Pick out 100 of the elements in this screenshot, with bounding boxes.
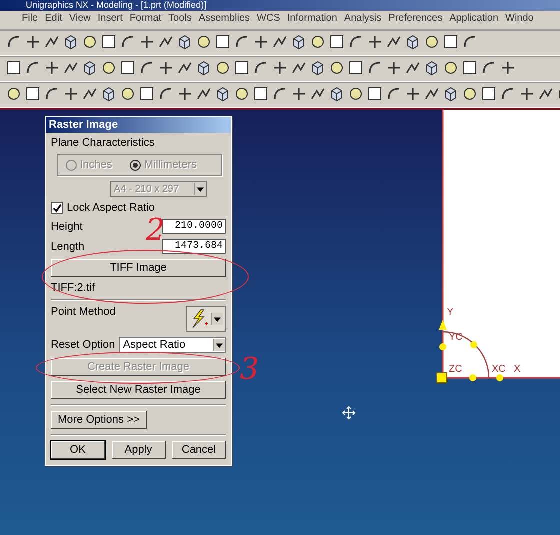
tool-icon[interactable]	[424, 86, 440, 102]
tool-icon[interactable]	[405, 86, 421, 102]
tool-icon[interactable]	[158, 60, 174, 76]
menu-item[interactable]: File	[22, 13, 38, 27]
dialog-button[interactable]: Cancel	[172, 441, 226, 459]
menu-item[interactable]: Information	[287, 13, 338, 27]
tool-icon[interactable]	[443, 60, 459, 76]
tool-icon[interactable]	[139, 86, 155, 102]
tool-icon[interactable]	[386, 34, 402, 50]
tool-icon[interactable]	[120, 60, 136, 76]
tool-icon[interactable]	[82, 34, 98, 50]
number-field[interactable]: 210.0000	[162, 219, 226, 234]
tool-icon[interactable]	[63, 86, 79, 102]
tool-icon[interactable]	[272, 60, 288, 76]
menu-item[interactable]: Windo	[506, 13, 534, 27]
tool-icon[interactable]	[348, 86, 364, 102]
tool-icon[interactable]	[348, 60, 364, 76]
tool-icon[interactable]	[63, 60, 79, 76]
tool-icon[interactable]	[462, 34, 478, 50]
tool-icon[interactable]	[253, 60, 269, 76]
more-options-button[interactable]: More Options >>	[51, 411, 147, 429]
menu-item[interactable]: WCS	[257, 13, 280, 27]
tool-icon[interactable]	[44, 34, 60, 50]
tool-icon[interactable]	[367, 34, 383, 50]
tool-icon[interactable]	[6, 60, 22, 76]
tool-icon[interactable]	[481, 60, 497, 76]
tool-icon[interactable]	[25, 34, 41, 50]
reset-option-dropdown[interactable]: Aspect Ratio	[119, 337, 226, 353]
tool-icon[interactable]	[177, 86, 193, 102]
number-field[interactable]: 1473.684	[162, 239, 226, 254]
origin-handle[interactable]	[436, 372, 448, 384]
tool-icon[interactable]	[310, 86, 326, 102]
tool-icon[interactable]	[272, 34, 288, 50]
tool-icon[interactable]	[424, 60, 440, 76]
tool-icon[interactable]	[120, 34, 136, 50]
tool-icon[interactable]	[63, 34, 79, 50]
tool-icon[interactable]	[44, 86, 60, 102]
tool-icon[interactable]	[101, 86, 117, 102]
tool-icon[interactable]	[139, 60, 155, 76]
tool-icon[interactable]	[424, 34, 440, 50]
tool-icon[interactable]	[367, 86, 383, 102]
menu-item[interactable]: Analysis	[344, 13, 382, 27]
tool-icon[interactable]	[405, 60, 421, 76]
tool-icon[interactable]	[538, 86, 554, 102]
tool-icon[interactable]	[291, 60, 307, 76]
dialog-button[interactable]: OK	[51, 441, 105, 459]
tool-icon[interactable]	[6, 86, 22, 102]
tool-icon[interactable]	[481, 86, 497, 102]
tool-icon[interactable]	[158, 86, 174, 102]
tool-icon[interactable]	[329, 60, 345, 76]
tool-icon[interactable]	[25, 86, 41, 102]
tool-icon[interactable]	[253, 34, 269, 50]
tool-icon[interactable]	[310, 60, 326, 76]
tool-icon[interactable]	[196, 86, 212, 102]
tool-icon[interactable]	[310, 34, 326, 50]
tool-icon[interactable]	[101, 34, 117, 50]
menu-item[interactable]: Insert	[98, 13, 123, 27]
dialog-button[interactable]: Apply	[112, 441, 166, 459]
tool-icon[interactable]	[44, 60, 60, 76]
tool-icon[interactable]	[234, 34, 250, 50]
tool-icon[interactable]	[500, 86, 516, 102]
tool-icon[interactable]	[215, 34, 231, 50]
tool-icon[interactable]	[177, 60, 193, 76]
tool-icon[interactable]	[139, 34, 155, 50]
tool-icon[interactable]	[405, 34, 421, 50]
tool-icon[interactable]	[158, 34, 174, 50]
tool-icon[interactable]	[82, 60, 98, 76]
menu-item[interactable]: Format	[130, 13, 162, 27]
tool-icon[interactable]	[443, 86, 459, 102]
tool-icon[interactable]	[101, 60, 117, 76]
tool-icon[interactable]	[253, 86, 269, 102]
tool-icon[interactable]	[291, 86, 307, 102]
tool-icon[interactable]	[82, 86, 98, 102]
tool-icon[interactable]	[196, 34, 212, 50]
tool-icon[interactable]	[6, 34, 22, 50]
tool-icon[interactable]	[386, 86, 402, 102]
tool-icon[interactable]	[215, 60, 231, 76]
tool-icon[interactable]	[386, 60, 402, 76]
tool-icon[interactable]	[462, 86, 478, 102]
tiff-image-button[interactable]: TIFF Image	[51, 259, 226, 277]
tool-icon[interactable]	[177, 34, 193, 50]
tool-icon[interactable]	[234, 86, 250, 102]
menu-item[interactable]: Tools	[168, 13, 192, 27]
tool-icon[interactable]	[519, 86, 535, 102]
tool-icon[interactable]	[348, 34, 364, 50]
menu-item[interactable]: Application	[450, 13, 499, 27]
tool-icon[interactable]	[234, 60, 250, 76]
tool-icon[interactable]	[367, 60, 383, 76]
tool-icon[interactable]	[329, 86, 345, 102]
tool-icon[interactable]	[329, 34, 345, 50]
tool-icon[interactable]	[272, 86, 288, 102]
tool-icon[interactable]	[462, 60, 478, 76]
lock-aspect-checkbox[interactable]: Lock Aspect Ratio	[51, 202, 226, 214]
menu-item[interactable]: Assemblies	[198, 13, 250, 27]
tool-icon[interactable]	[443, 34, 459, 50]
tool-icon[interactable]	[120, 86, 136, 102]
tool-icon[interactable]	[215, 86, 231, 102]
menu-item[interactable]: View	[69, 13, 91, 27]
menu-item[interactable]: Preferences	[388, 13, 443, 27]
action-button[interactable]: Select New Raster Image	[51, 381, 226, 399]
